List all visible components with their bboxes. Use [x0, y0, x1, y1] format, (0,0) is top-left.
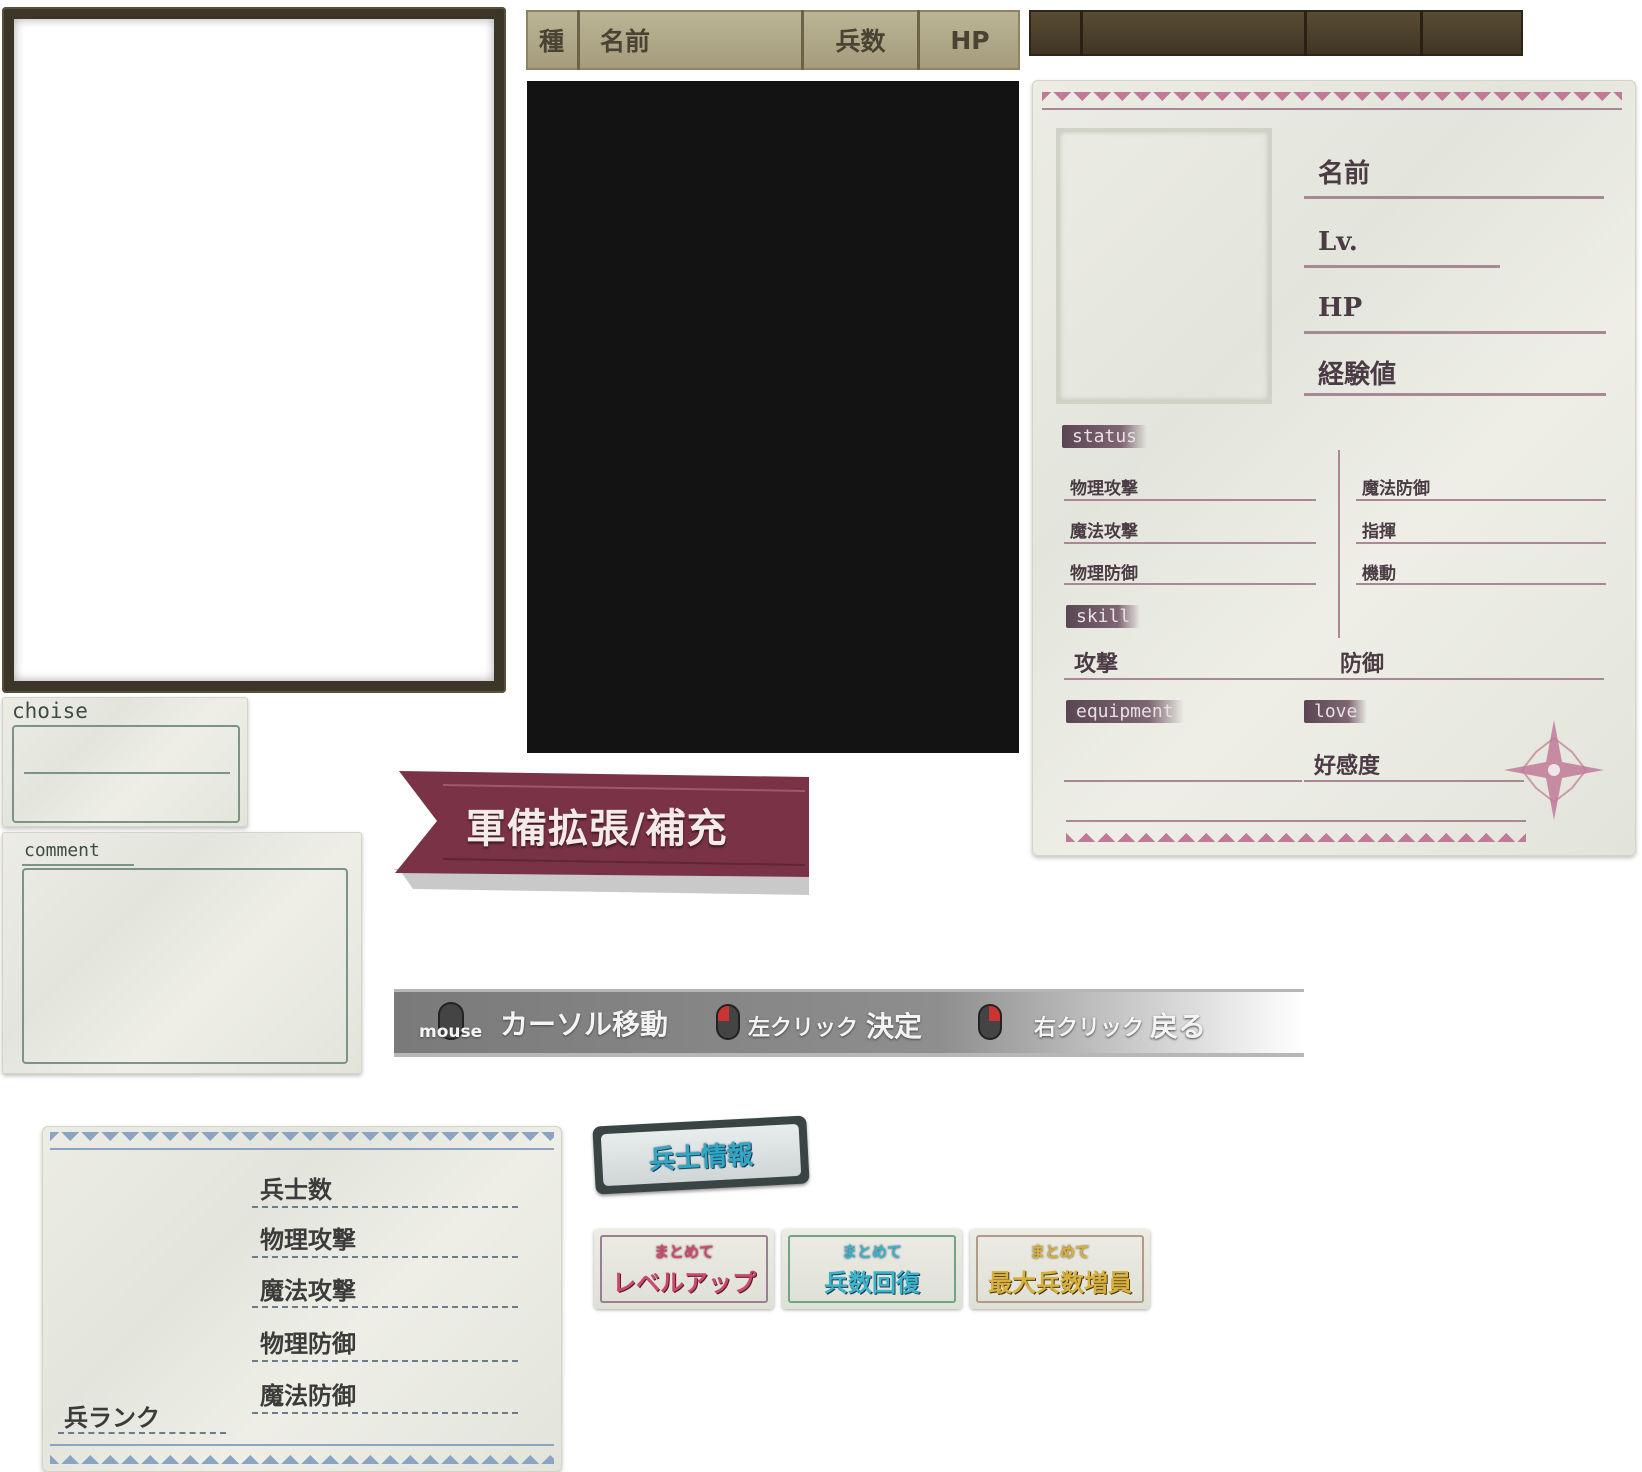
hp-label: HP	[1318, 293, 1363, 323]
level-label: Lv.	[1318, 227, 1358, 257]
skill-tag: skill	[1066, 605, 1141, 628]
comment-panel: comment	[2, 832, 362, 1074]
dark-header-cell	[1307, 10, 1423, 56]
portrait-frame	[2, 7, 506, 693]
affection-label: 好感度	[1314, 754, 1381, 779]
love-tag: love	[1304, 700, 1368, 723]
stat-left-3: 物理防御	[1070, 564, 1138, 584]
col-troops-header: 兵数	[804, 10, 920, 70]
soldier-stat-line	[252, 1254, 518, 1258]
stat-line	[1356, 542, 1606, 544]
button-small-label: まとめて	[1029, 1243, 1090, 1261]
soldier-stat-line	[252, 1410, 518, 1414]
stat-left-2: 魔法攻撃	[1070, 522, 1138, 542]
col-type-header: 種	[526, 10, 580, 70]
stat-line	[1064, 583, 1316, 585]
back-label: 戻る	[1150, 1010, 1207, 1043]
status-tag: status	[1062, 425, 1148, 448]
comment-frame	[22, 868, 348, 1064]
skill-attack-label: 攻撃	[1074, 652, 1119, 677]
soldier-rank-line	[58, 1430, 226, 1434]
equipment-tag: equipment	[1066, 700, 1184, 723]
exp-label: 経験値	[1318, 360, 1397, 390]
soldier-stat-line	[252, 1204, 518, 1208]
top-zigzag-border	[1042, 92, 1622, 108]
choise-label: choise	[12, 699, 88, 723]
mouse-controls-bar: mouse カーソル移動 左クリック 決定 右クリック 戻る	[394, 989, 1304, 1057]
right-click-label: 右クリック	[1034, 1016, 1145, 1041]
stat-right-2: 指揮	[1362, 522, 1396, 542]
soldier-stat-line	[252, 1304, 518, 1308]
exp-underline	[1304, 393, 1606, 396]
bulk-level-up-button[interactable]: まとめて レベルアップ	[594, 1229, 774, 1309]
stat-line	[1356, 583, 1606, 585]
bottom-zigzag-border	[50, 1448, 554, 1464]
soldier-rank-label: 兵ランク	[64, 1404, 160, 1432]
dark-header-cell	[1083, 10, 1307, 56]
skill-underline	[1064, 678, 1604, 680]
button-small-label: まとめて	[653, 1243, 714, 1261]
dark-header-cell	[1423, 10, 1523, 56]
soldier-stat-line	[252, 1358, 518, 1362]
comment-label: comment	[24, 840, 100, 861]
stat-line	[1356, 499, 1606, 501]
portrait-slot	[1056, 128, 1272, 404]
ribbon-title: 軍備拡張/補充	[466, 806, 728, 852]
stat-line	[1064, 499, 1316, 501]
stat-right-3: 機動	[1362, 564, 1396, 584]
confirm-label: 決定	[866, 1010, 923, 1043]
left-click-mouse-icon	[716, 1004, 740, 1040]
choise-frame	[12, 725, 240, 823]
bulk-max-troop-increase-button[interactable]: まとめて 最大兵数増員	[970, 1229, 1150, 1309]
stat-right-1: 魔法防御	[1362, 479, 1430, 499]
choise-panel: choise	[2, 697, 248, 827]
portrait-area	[14, 19, 494, 681]
dark-header-cell	[1029, 10, 1083, 56]
level-underline	[1304, 265, 1500, 268]
button-big-label: 最大兵数増員	[988, 1269, 1132, 1297]
compass-star-icon	[1504, 720, 1604, 820]
button-big-label: 兵数回復	[824, 1269, 920, 1297]
comment-label-underline	[22, 864, 134, 866]
stat-line	[1064, 542, 1316, 544]
top-zigzag-border	[50, 1132, 554, 1148]
affection-underline	[1304, 780, 1524, 782]
dark-header-bar	[1029, 10, 1523, 56]
list-header: 種 名前 兵数 HP	[526, 10, 1020, 70]
skill-defense-label: 防御	[1340, 652, 1385, 677]
cursor-move-label: カーソル移動	[500, 1008, 669, 1041]
col-name-header: 名前	[580, 10, 804, 70]
choise-divider	[24, 772, 230, 774]
soldier-stat-2: 物理攻撃	[260, 1226, 356, 1254]
soldier-info-label: 兵士情報	[648, 1139, 754, 1176]
soldier-stat-4: 物理防御	[260, 1330, 356, 1358]
hp-underline	[1304, 331, 1606, 334]
bulk-troop-recovery-button[interactable]: まとめて 兵数回復	[782, 1229, 962, 1309]
soldier-info-button[interactable]: 兵士情報	[592, 1115, 810, 1195]
soldier-card: 兵士数 物理攻撃 魔法攻撃 物理防御 魔法防御 兵ランク	[42, 1126, 562, 1472]
button-small-label: まとめて	[841, 1243, 902, 1261]
top-border-line	[1042, 108, 1622, 110]
right-click-mouse-icon	[978, 1004, 1002, 1040]
name-underline	[1304, 196, 1604, 199]
left-click-label: 左クリック	[748, 1016, 859, 1041]
mouse-label: mouse	[419, 1022, 483, 1042]
equipment-underline	[1064, 780, 1302, 782]
stat-left-1: 物理攻撃	[1070, 479, 1138, 499]
status-divider	[1338, 450, 1340, 638]
top-border-line	[50, 1148, 554, 1150]
soldier-stat-1: 兵士数	[260, 1176, 332, 1204]
soldier-stat-5: 魔法防御	[260, 1382, 356, 1410]
bottom-border-line	[1066, 820, 1526, 822]
col-hp-header: HP	[950, 25, 990, 55]
soldier-stat-3: 魔法攻撃	[260, 1277, 356, 1305]
unit-list-area[interactable]	[527, 81, 1019, 753]
bottom-border-line	[50, 1444, 554, 1446]
bottom-zigzag-border	[1066, 826, 1526, 842]
button-big-label: レベルアップ	[612, 1269, 756, 1297]
status-card: 名前 Lv. HP 経験値 status 物理攻撃 魔法攻撃 物理防御 魔法防御…	[1032, 80, 1636, 856]
name-label: 名前	[1318, 159, 1371, 189]
